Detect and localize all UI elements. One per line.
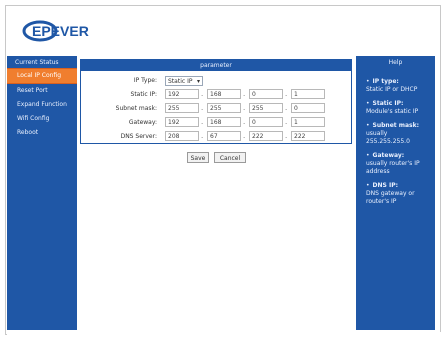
dot-separator: . [285,118,288,126]
ip-type-select[interactable]: Static IP ▾ [165,76,203,86]
sidebar: Current Status Local IP Config Reset Por… [7,56,77,330]
help-entry-title: • IP type: [366,78,430,86]
bullet-icon: • [366,182,370,189]
static-ip-inputs: 192 . 168 . 0 . 1 [165,89,355,101]
help-entry-title: • DNS IP: [366,182,430,190]
dns-server-octet-1[interactable]: 208 [165,131,199,141]
dns-server-octet-2[interactable]: 67 [207,131,241,141]
label-dns-server: DNS Server: [120,133,157,140]
static-ip-octet-4[interactable]: 1 [291,89,325,99]
help-entry: • Static IP: Module's static IP [366,100,430,116]
row-gateway: Gateway: 192 . 168 . 0 . 1 [81,117,351,129]
bullet-icon: • [366,100,370,107]
subnet-mask-octet-1[interactable]: 255 [165,103,199,113]
dot-separator: . [243,118,246,126]
epever-logo: EPEVER [22,20,89,42]
gateway-inputs: 192 . 168 . 0 . 1 [165,117,355,129]
help-entry-title-text: IP type: [372,78,399,85]
help-panel: Help • IP type: Static IP or DHCP • Static… [356,56,435,330]
help-entry-text: usually 255.255.255.0 [366,130,410,145]
subnet-mask-octet-3[interactable]: 255 [249,103,283,113]
gateway-octet-2[interactable]: 168 [207,117,241,127]
static-ip-octet-2[interactable]: 168 [207,89,241,99]
dot-separator: . [243,132,246,140]
label-ip-type: IP Type: [133,77,157,84]
help-entry-text: DNS gateway or router's IP [366,190,415,205]
dns-server-octet-3[interactable]: 222 [249,131,283,141]
dot-separator: . [201,118,204,126]
help-entry-title-text: DNS IP: [372,182,398,189]
dot-separator: . [285,104,288,112]
row-static-ip: Static IP: 192 . 168 . 0 . 1 [81,89,351,101]
help-entry: • IP type: Static IP or DHCP [366,78,430,94]
help-entry-title: • Static IP: [366,100,430,108]
sidebar-item-expand-function[interactable]: Expand Function [7,98,77,112]
dns-server-octet-4[interactable]: 222 [291,131,325,141]
bullet-icon: • [366,152,370,159]
sidebar-header: Current Status [15,59,59,66]
dot-separator: . [201,132,204,140]
row-ip-type: IP Type: Static IP ▾ [81,75,351,87]
dot-separator: . [285,132,288,140]
help-entry: • DNS IP: DNS gateway or router's IP [366,182,430,206]
subnet-mask-octet-4[interactable]: 0 [291,103,325,113]
gateway-octet-3[interactable]: 0 [249,117,283,127]
bullet-icon: • [366,122,370,129]
chevron-down-icon: ▾ [196,78,200,85]
label-static-ip: Static IP: [130,91,157,98]
label-subnet-mask: Subnet mask: [115,105,157,112]
static-ip-octet-1[interactable]: 192 [165,89,199,99]
subnet-mask-octet-2[interactable]: 255 [207,103,241,113]
help-entry-title-text: Subnet mask: [372,122,419,129]
sidebar-item-reboot[interactable]: Reboot [7,126,77,140]
parameter-panel: parameter IP Type: Static IP ▾ Static IP… [80,59,352,144]
dot-separator: . [243,104,246,112]
help-entry-text: usually router's IP address [366,160,420,175]
svg-text:EPEVER: EPEVER [32,23,89,39]
cancel-button[interactable]: Cancel [214,152,246,163]
help-entry: • Subnet mask: usually 255.255.255.0 [366,122,430,146]
label-gateway: Gateway: [128,119,157,126]
help-entry: • Gateway: usually router's IP address [366,152,430,176]
static-ip-octet-3[interactable]: 0 [249,89,283,99]
dot-separator: . [201,90,204,98]
main-content: parameter IP Type: Static IP ▾ Static IP… [77,56,356,330]
help-entry-title-text: Gateway: [372,152,405,159]
help-title: Help [388,59,403,66]
dot-separator: . [243,90,246,98]
sidebar-item-reset-port[interactable]: Reset Port [7,84,77,98]
panel-title: parameter [81,60,351,71]
help-content: • IP type: Static IP or DHCP • Static IP: … [366,78,430,318]
subnet-mask-inputs: 255 . 255 . 255 . 0 [165,103,355,115]
ip-type-value: Static IP [168,78,193,85]
sidebar-item-local-ip-config[interactable]: Local IP Config [7,68,77,84]
help-entry-title: • Gateway: [366,152,430,160]
dns-server-inputs: 208 . 67 . 222 . 222 [165,131,355,143]
bullet-icon: • [366,78,370,85]
sidebar-item-wifi-config[interactable]: Wifi Config [7,112,77,126]
dot-separator: . [201,104,204,112]
help-entry-text: Module's static IP [366,108,419,115]
gateway-octet-1[interactable]: 192 [165,117,199,127]
help-entry-text: Static IP or DHCP [366,86,418,93]
help-entry-title-text: Static IP: [372,100,404,107]
footer-spacer [7,332,441,336]
save-button[interactable]: Save [187,152,209,163]
row-subnet-mask: Subnet mask: 255 . 255 . 255 . 0 [81,103,351,115]
dot-separator: . [285,90,288,98]
help-entry-title: • Subnet mask: [366,122,430,130]
gateway-octet-4[interactable]: 1 [291,117,325,127]
row-dns-server: DNS Server: 208 . 67 . 222 . 222 [81,131,351,143]
